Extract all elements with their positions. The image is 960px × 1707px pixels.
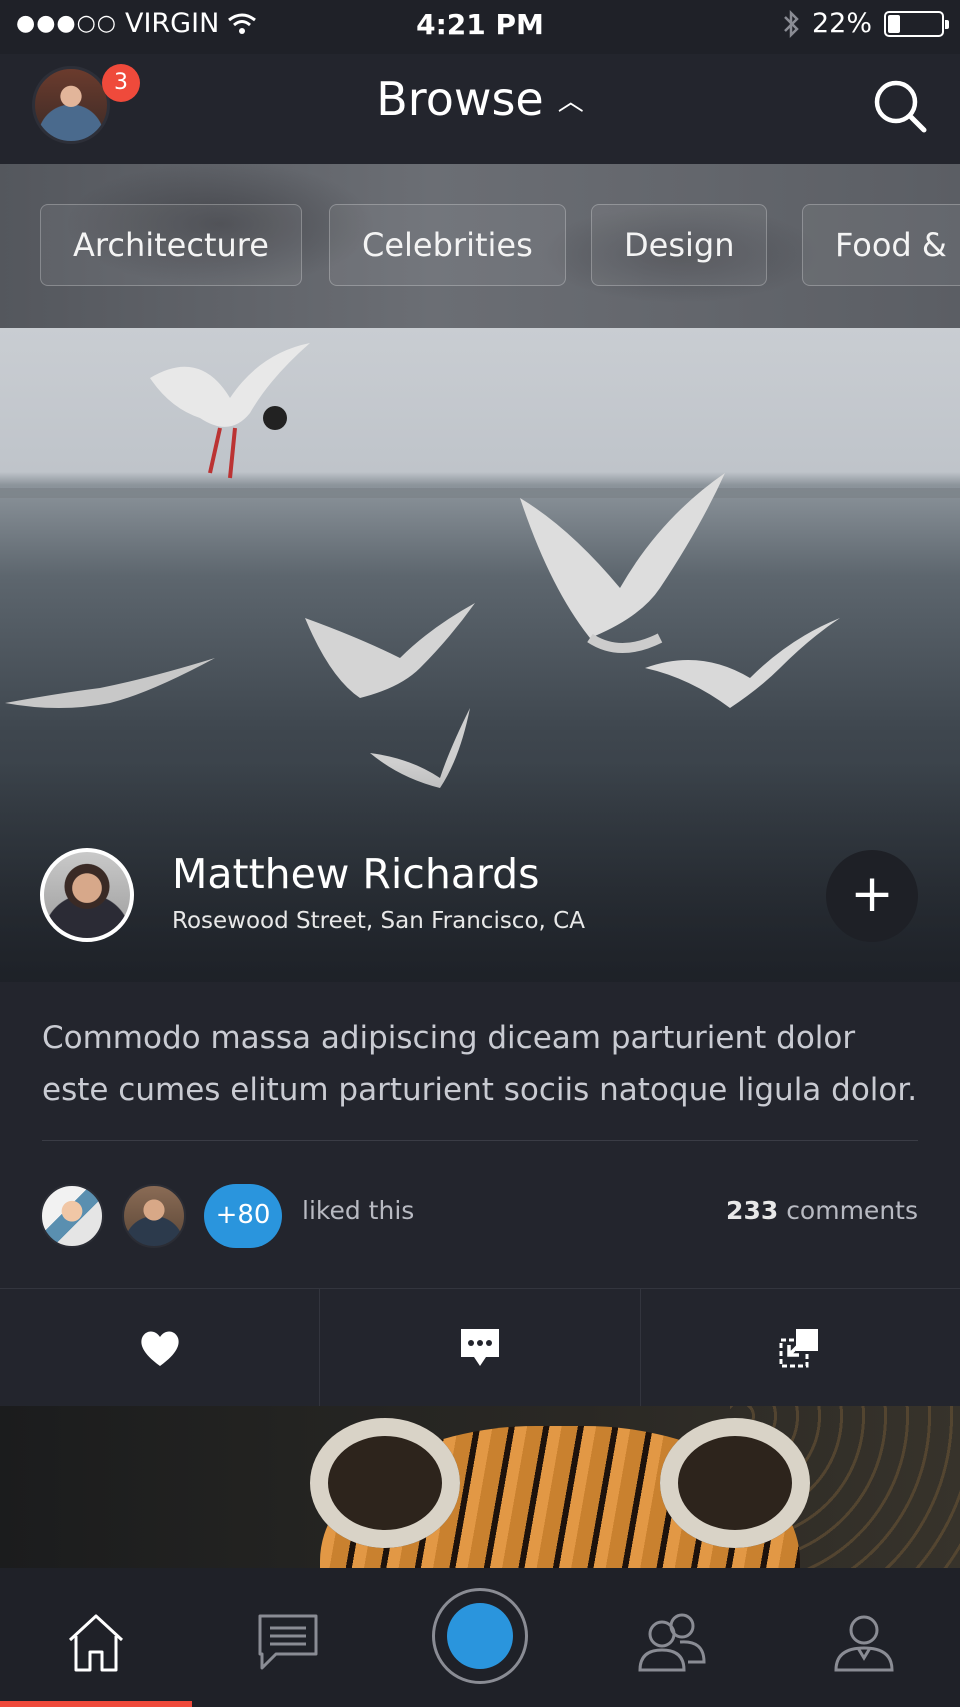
tab-profile[interactable] [828, 1606, 900, 1678]
page-title: Browse [376, 72, 544, 126]
share-button[interactable] [641, 1289, 960, 1406]
post-description: Commodo massa adipiscing diceam parturie… [42, 1020, 918, 1108]
seagull-image [645, 618, 840, 708]
search-button[interactable] [868, 74, 932, 138]
profile-icon [834, 1615, 894, 1672]
tab-camera[interactable] [432, 1588, 528, 1684]
chevron-up-icon: ︿ [557, 86, 584, 117]
like-button[interactable] [0, 1289, 321, 1406]
post-image[interactable]: Matthew Richards Rosewood Street, San Fr… [0, 328, 960, 982]
tiger-ear-image [310, 1418, 460, 1548]
chat-icon [258, 1614, 318, 1670]
post-actions [0, 1288, 960, 1406]
status-bar-right: 22% [782, 8, 949, 39]
share-icon [779, 1328, 819, 1367]
tab-messages[interactable] [252, 1606, 324, 1678]
heart-icon [141, 1330, 179, 1366]
comments-label: comments [786, 1196, 918, 1225]
bottom-tab-bar [0, 1568, 960, 1707]
author-avatar[interactable] [40, 848, 134, 942]
author-location: Rosewood Street, San Francisco, CA [172, 908, 585, 934]
author-name[interactable]: Matthew Richards [172, 850, 539, 898]
app-header: 3 Browse ︿ [0, 54, 960, 164]
category-chip-architecture[interactable]: Architecture [40, 204, 302, 286]
battery-icon [884, 10, 949, 37]
home-icon [68, 1614, 124, 1672]
seagull-image [5, 658, 215, 708]
next-post-image[interactable] [0, 1406, 960, 1568]
status-bar: ●●●○○ VIRGIN 4:21 PM 22% [0, 0, 960, 54]
divider [42, 1140, 918, 1141]
search-icon [874, 80, 927, 133]
people-icon [638, 1613, 706, 1672]
bluetooth-icon [784, 9, 799, 38]
comment-bubble-icon [460, 1328, 499, 1366]
seagull-image [150, 343, 310, 479]
battery-level [888, 14, 901, 33]
liker-avatar[interactable] [122, 1184, 186, 1248]
battery-percentage: 22% [811, 8, 872, 39]
category-chip-design[interactable]: Design [591, 204, 768, 286]
camera-icon [447, 1603, 513, 1669]
comments-count[interactable]: 233 comments [726, 1196, 918, 1225]
comments-number: 233 [726, 1196, 779, 1225]
horizon-line [0, 488, 960, 498]
category-bar[interactable]: Architecture Celebrities Design Food & D [0, 164, 960, 328]
browse-dropdown[interactable]: Browse ︿ [0, 72, 960, 126]
active-tab-indicator [0, 1701, 192, 1707]
liker-avatar[interactable] [40, 1184, 104, 1248]
comment-button[interactable] [320, 1289, 641, 1406]
category-chip-celebrities[interactable]: Celebrities [329, 204, 566, 286]
likes-row: +80 liked this 233 comments [0, 1180, 960, 1250]
follow-add-button[interactable]: + [826, 850, 918, 942]
tab-people[interactable] [636, 1606, 708, 1678]
tiger-ear-image [660, 1418, 810, 1548]
more-likers-badge[interactable]: +80 [204, 1184, 282, 1248]
tab-home[interactable] [60, 1606, 132, 1678]
liked-this-label: liked this [302, 1196, 415, 1225]
category-chip-food[interactable]: Food & D [802, 204, 960, 286]
